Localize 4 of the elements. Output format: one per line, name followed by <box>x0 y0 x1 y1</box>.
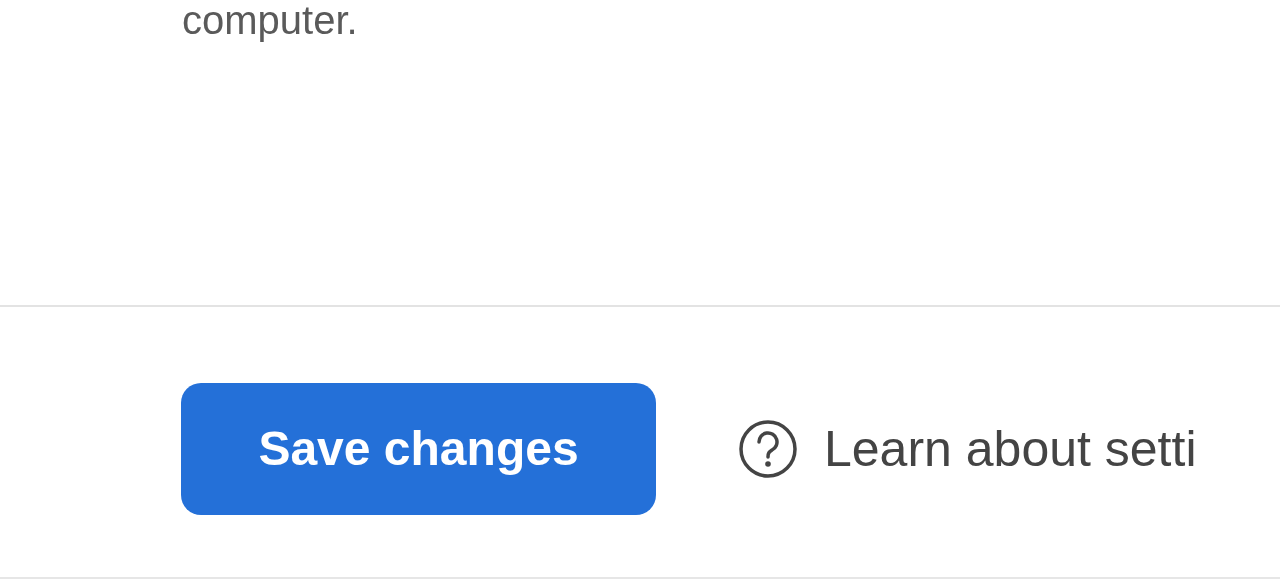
description-text: computer. <box>182 0 358 40</box>
help-link[interactable]: Learn about setti <box>738 411 1197 487</box>
help-icon <box>738 419 798 479</box>
save-button[interactable]: Save changes <box>181 383 656 515</box>
